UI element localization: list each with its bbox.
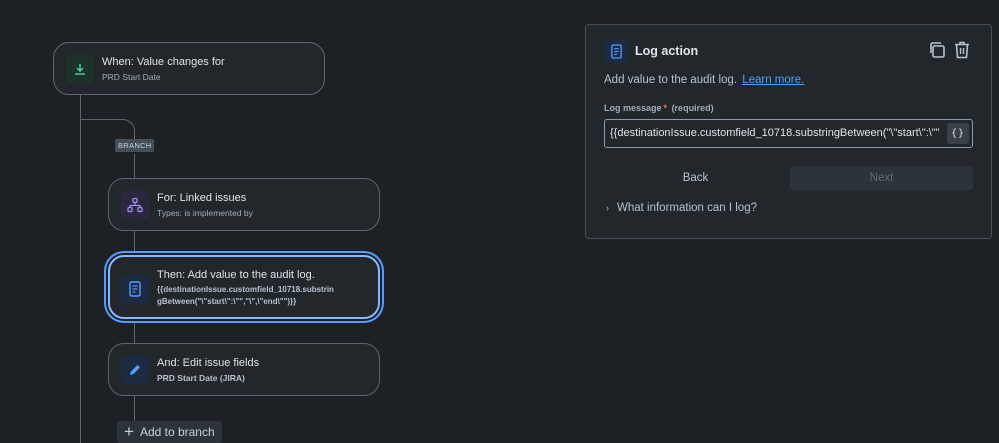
chevron-right-icon: › [606,203,609,213]
back-button[interactable]: Back [604,166,787,190]
edit-issue-subtitle: PRD Start Date (JIRA) [157,373,245,383]
info-expander[interactable]: › What information can I log? [606,202,757,214]
add-to-branch-button[interactable]: + Add to branch [117,421,222,443]
pencil-icon [121,356,149,384]
log-message-input[interactable]: {{destinationIssue.customfield_10718.sub… [610,127,942,139]
log-icon [121,275,149,303]
log-action-panel: Log action Add value to the audit log. L… [585,24,992,239]
connector-trunk [80,94,81,443]
linked-issues-subtitle: Types: is implemented by [157,208,253,218]
description-text: Add value to the audit log. [604,74,737,86]
edit-issue-title: And: Edit issue fields [157,357,259,369]
braces-icon: {} [951,128,965,139]
info-label: What information can I log? [617,202,757,214]
required-text: (required) [672,103,714,113]
smart-values-button[interactable]: {} [947,123,969,144]
connector-branch-4 [134,396,135,421]
learn-more-link[interactable]: Learn more. [742,74,804,86]
delete-icon[interactable] [953,40,971,60]
edit-issue-node[interactable]: And: Edit issue fields PRD Start Date (J… [108,343,380,396]
log-node-line1: {{destinationIssue.customfield_10718.sub… [157,285,334,294]
duplicate-icon[interactable] [928,41,946,59]
panel-title: Log action [635,44,698,58]
log-action-node[interactable]: Then: Add value to the audit log. {{dest… [108,255,380,319]
connector-branch-2 [134,231,135,253]
trigger-node[interactable]: When: Value changes for PRD Start Date [53,42,325,95]
linked-issues-node[interactable]: For: Linked issues Types: is implemented… [108,178,380,231]
connector-branch-curve [80,119,135,139]
trigger-title: When: Value changes for [102,56,225,68]
required-star: * [664,103,668,113]
hierarchy-icon [121,191,149,219]
next-button[interactable]: Next [790,166,973,190]
connector-branch-3 [134,321,135,343]
panel-log-icon [604,39,628,63]
trigger-subtitle: PRD Start Date [102,72,161,82]
branch-badge: BRANCH [115,139,154,152]
linked-issues-title: For: Linked issues [157,192,246,204]
log-node-title: Then: Add value to the audit log. [157,269,315,281]
log-message-label: Log message* (required) [604,103,714,113]
next-label: Next [870,172,894,184]
plus-icon: + [124,424,134,440]
log-node-line2: gBetween("\"start\":\"","\",\"end\"")}} [157,297,296,306]
trigger-icon [66,55,94,83]
back-label: Back [683,172,709,184]
log-message-field[interactable]: {{destinationIssue.customfield_10718.sub… [604,119,973,148]
panel-description: Add value to the audit log. Learn more. [604,74,804,86]
field-label: Log message [604,103,662,113]
connector-branch-1 [134,154,135,178]
add-to-branch-label: Add to branch [140,425,215,439]
